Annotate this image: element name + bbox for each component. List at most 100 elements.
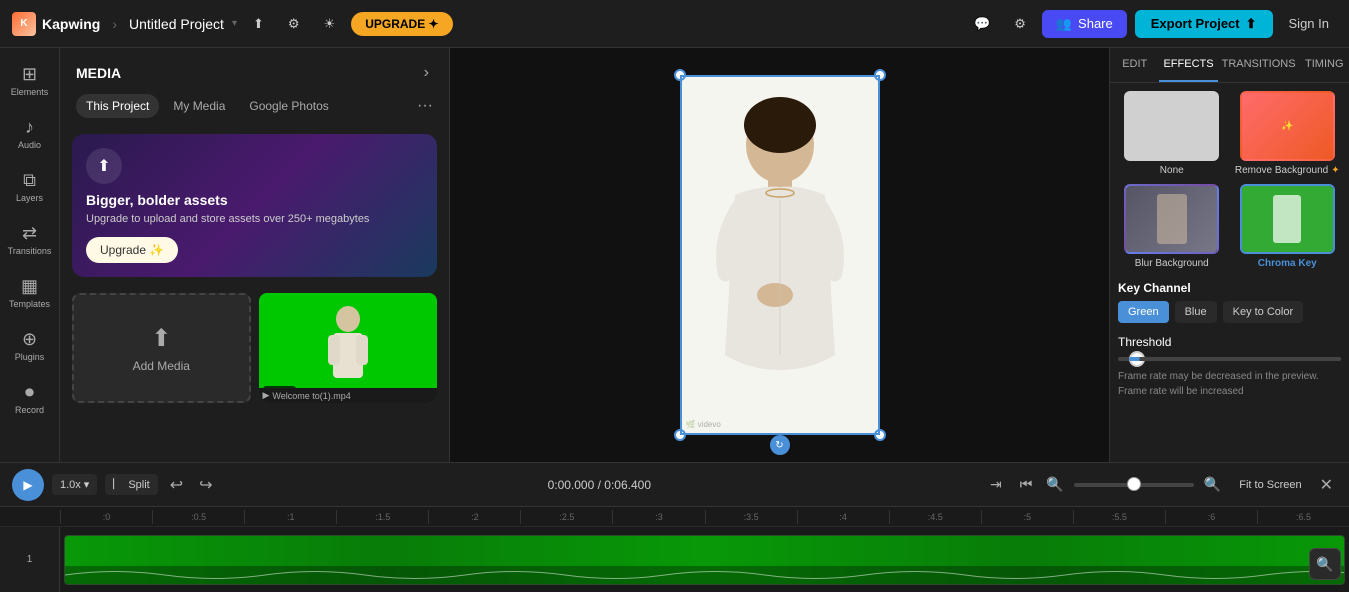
tab-timing[interactable]: TIMING: [1300, 48, 1349, 82]
templates-label: Templates: [9, 299, 50, 309]
canvas-area: 🌿 videvo ↻: [450, 48, 1109, 462]
tab-this-project[interactable]: This Project: [76, 94, 159, 118]
zoom-in-btn[interactable]: 🔍: [1200, 472, 1225, 497]
rotate-handle[interactable]: ↻: [770, 435, 790, 455]
tab-edit[interactable]: EDIT: [1110, 48, 1159, 82]
upgrade-button[interactable]: UPGRADE ✦: [351, 12, 452, 36]
signin-button[interactable]: Sign In: [1281, 12, 1337, 35]
key-btn-green[interactable]: Green: [1118, 301, 1169, 323]
transitions-label: Transitions: [8, 246, 52, 256]
speed-button[interactable]: 1.0x ▾: [52, 474, 97, 495]
templates-icon: ▦: [21, 276, 38, 297]
search-timeline-button[interactable]: 🔍: [1309, 548, 1341, 580]
close-timeline-button[interactable]: ✕: [1316, 471, 1337, 499]
sidebar-item-audio[interactable]: ♪ Audio: [4, 109, 56, 158]
zoom-slider[interactable]: [1074, 483, 1194, 487]
split-button[interactable]: ⎸ Split: [105, 474, 157, 495]
play-button[interactable]: ▶: [12, 469, 44, 501]
sidebar-item-plugins[interactable]: ⊕ Plugins: [4, 321, 56, 370]
sidebar-item-transitions[interactable]: ⇄ Transitions: [4, 215, 56, 264]
fit-screen-button[interactable]: Fit to Screen: [1231, 475, 1309, 495]
transitions-icon: ⇄: [22, 223, 37, 244]
effect-remove-bg[interactable]: ✨ Remove Background ✦: [1234, 91, 1342, 176]
effect-remove-bg-thumb: ✨: [1240, 91, 1335, 161]
canvas-frame[interactable]: 🌿 videvo ↻: [680, 75, 880, 435]
zoom-thumb[interactable]: [1127, 477, 1141, 491]
video-track[interactable]: [64, 535, 1345, 585]
waveform-svg: [65, 566, 1344, 584]
effect-none[interactable]: None: [1118, 91, 1226, 176]
export-button[interactable]: Export Project ⬆: [1135, 10, 1273, 38]
time-display: 0:00.000 / 0:06.400: [548, 478, 651, 492]
media-thumbnail[interactable]: 00:06 ▶ Welcome to(1).mp4: [259, 293, 438, 403]
handle-bottom-left[interactable]: [674, 429, 686, 441]
handle-bottom-right[interactable]: [874, 429, 886, 441]
ruler-mark-3: :3: [612, 510, 704, 524]
ruler-mark-5: :5: [981, 510, 1073, 524]
threshold-slider[interactable]: [1118, 357, 1341, 361]
effects-grid: None ✨ Remove Background ✦: [1118, 91, 1341, 269]
track-area: 🔍: [60, 527, 1349, 592]
upgrade-card: ⬆ Bigger, bolder assets Upgrade to uploa…: [72, 134, 437, 277]
person-figure-svg: [680, 75, 880, 435]
record-icon: ⏺: [25, 382, 34, 403]
canvas-container: 🌿 videvo ↻: [450, 48, 1109, 462]
tab-effects[interactable]: EFFECTS: [1159, 48, 1217, 82]
tabs-more-button[interactable]: ···: [417, 97, 433, 115]
threshold-section: Threshold: [1118, 335, 1341, 361]
media-tabs: This Project My Media Google Photos ···: [60, 94, 449, 126]
share-button[interactable]: 👥 Share: [1042, 10, 1127, 38]
ruler-mark-15: :1.5: [336, 510, 428, 524]
sidebar-item-layers[interactable]: ⧉ Layers: [4, 162, 56, 211]
track-label-1: 1: [4, 554, 55, 565]
ruler-mark-55: :5.5: [1073, 510, 1165, 524]
project-name[interactable]: Untitled Project: [129, 16, 224, 32]
upgrade-card-button[interactable]: Upgrade ✨: [86, 237, 178, 263]
ruler-mark-4: :4: [797, 510, 889, 524]
ruler-mark-05: :0.5: [152, 510, 244, 524]
handle-top-right[interactable]: [874, 69, 886, 81]
media-title: MEDIA: [76, 65, 121, 81]
layers-label: Layers: [16, 193, 43, 203]
handle-top-left[interactable]: [674, 69, 686, 81]
ripple-edit-btn[interactable]: ⇥: [982, 472, 1010, 497]
redo-button[interactable]: ↪: [195, 471, 216, 499]
canvas-person-preview: 🌿 videvo: [680, 75, 880, 435]
speed-dropdown-icon: ▾: [84, 478, 90, 491]
ruler-mark-0: :0: [60, 510, 152, 524]
chat-icon-btn[interactable]: 💬: [966, 12, 998, 36]
timeline-ruler: :0 :0.5 :1 :1.5 :2 :2.5 :3 :3.5 :4 :4.5 …: [0, 507, 1349, 527]
remove-bg-text: Remove Background: [1235, 165, 1328, 176]
theme-icon-btn[interactable]: ☀: [316, 12, 344, 36]
media-panel: MEDIA › This Project My Media Google Pho…: [60, 48, 450, 462]
media-header: MEDIA ›: [60, 48, 449, 94]
sidebar-item-record[interactable]: ⏺ Record: [4, 374, 56, 423]
add-media-card[interactable]: ⬆ Add Media: [72, 293, 251, 403]
effect-blur-bg[interactable]: Blur Background: [1118, 184, 1226, 269]
tab-google-photos[interactable]: Google Photos: [239, 94, 338, 118]
tab-transitions[interactable]: TRANSITIONS: [1218, 48, 1300, 82]
effect-chroma-key[interactable]: Chroma Key: [1234, 184, 1342, 269]
sidebar-item-templates[interactable]: ▦ Templates: [4, 268, 56, 317]
project-dropdown-arrow[interactable]: ▾: [232, 18, 237, 29]
elements-icon: ⊞: [22, 64, 37, 85]
key-btn-key-to-color[interactable]: Key to Color: [1223, 301, 1304, 323]
track-waveform: [65, 566, 1344, 584]
skip-start-btn[interactable]: ⏮: [1016, 472, 1037, 497]
audio-icon: ♪: [25, 117, 34, 138]
timeline-toolbar: ▶ 1.0x ▾ ⎸ Split ↩ ↪ 0:00.000 / 0:06.400…: [0, 463, 1349, 507]
effect-none-label: None: [1160, 165, 1184, 176]
collapse-panel-button[interactable]: ›: [420, 60, 433, 86]
zoom-out-btn[interactable]: 🔍: [1042, 472, 1067, 497]
key-btn-blue[interactable]: Blue: [1175, 301, 1217, 323]
split-label: Split: [128, 479, 149, 491]
sidebar-item-elements[interactable]: ⊞ Elements: [4, 56, 56, 105]
tab-my-media[interactable]: My Media: [163, 94, 235, 118]
gear-icon-btn[interactable]: ⚙: [1006, 12, 1034, 36]
key-channel-title: Key Channel: [1118, 281, 1341, 295]
settings-icon-btn[interactable]: ⚙: [280, 12, 308, 36]
rotate-icon[interactable]: ↻: [770, 435, 790, 455]
effect-blur-bg-label: Blur Background: [1135, 258, 1209, 269]
share-icon-btn[interactable]: ⬆: [245, 12, 272, 36]
undo-button[interactable]: ↩: [166, 471, 187, 499]
